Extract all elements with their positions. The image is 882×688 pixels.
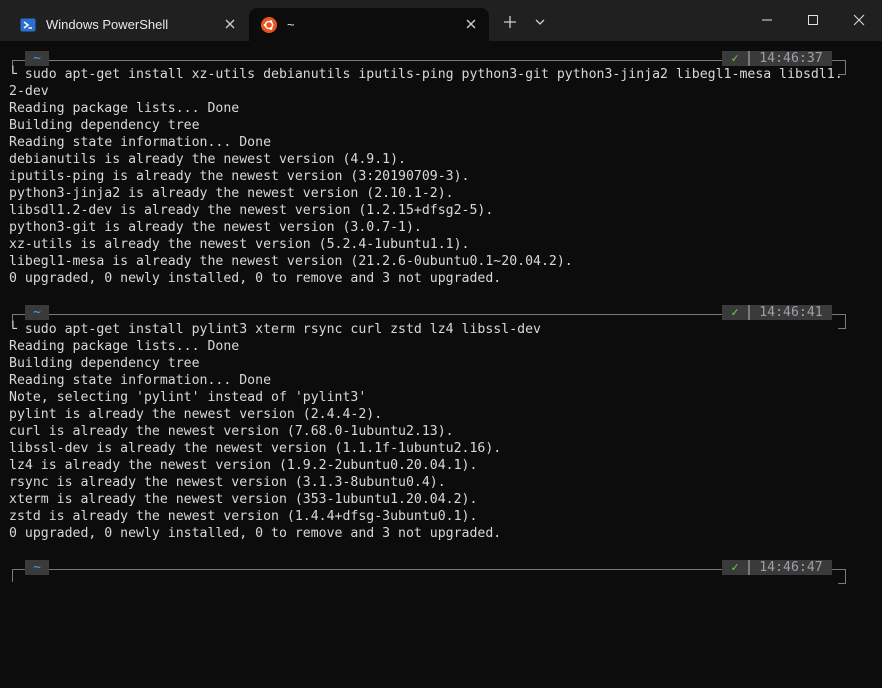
output-line: libssl-dev is already the newest version… [9, 441, 502, 456]
prompt-dir: ~ [33, 51, 41, 66]
output-line: xz-utils is already the newest version (… [9, 237, 470, 252]
chevron-down-icon [530, 19, 550, 36]
tab-windows-powershell[interactable]: Windows PowerShell [8, 8, 248, 41]
output-line: Reading state information... Done [9, 373, 272, 388]
output-line: Reading state information... Done [9, 135, 272, 150]
prompt-time: 14:46:37 [759, 51, 823, 66]
output-line: debianutils is already the newest versio… [9, 152, 406, 167]
output-line: python3-jinja2 is already the newest ver… [9, 186, 454, 201]
output-line: rsync is already the newest version (3.1… [9, 475, 446, 490]
maximize-button[interactable] [790, 0, 836, 41]
new-tab-button[interactable] [500, 12, 520, 32]
command-line: └ sudo apt-get install xz-utils debianut… [9, 67, 843, 82]
terminal-output[interactable]: ~ ✓ 14:46:37 └ sudo apt-get install xz-u… [0, 41, 882, 688]
prompt-time: 14:46:41 [759, 305, 823, 320]
tab-ubuntu[interactable]: ~ [249, 8, 489, 41]
output-line: Building dependency tree [9, 118, 200, 133]
output-line: 0 upgraded, 0 newly installed, 0 to remo… [9, 526, 502, 541]
close-icon [853, 14, 865, 26]
title-bar: Windows PowerShell ~ [0, 0, 882, 41]
prompt-rule [838, 314, 846, 329]
output-line: pylint is already the newest version (2.… [9, 407, 383, 422]
powershell-icon [20, 17, 36, 33]
output-line: lz4 is already the newest version (1.9.2… [9, 458, 478, 473]
prompt-rule [12, 60, 846, 61]
prompt-rule [838, 569, 846, 584]
close-tab-icon[interactable] [463, 16, 479, 32]
prompt-status-check-icon: ✓ [731, 51, 739, 65]
prompt-dir: ~ [33, 560, 41, 575]
maximize-icon [808, 15, 818, 25]
output-line: iputils-ping is already the newest versi… [9, 169, 470, 184]
output-line: Building dependency tree [9, 356, 200, 371]
output-line: Reading package lists... Done [9, 339, 240, 354]
terminal-window: Windows PowerShell ~ ~ ✓ 14:46:37 └ sudo… [0, 0, 882, 688]
output-line: Reading package lists... Done [9, 101, 240, 116]
prompt-status-check-icon: ✓ [731, 560, 739, 574]
prompt-status-check-icon: ✓ [731, 305, 739, 319]
output-line: zstd is already the newest version (1.4.… [9, 509, 478, 524]
tab-dropdown-button[interactable] [530, 12, 550, 32]
minimize-icon [762, 19, 772, 21]
output-line: libsdl1.2-dev is already the newest vers… [9, 203, 494, 218]
output-line: Note, selecting 'pylint' instead of 'pyl… [9, 390, 367, 405]
output-line: 2-dev [9, 84, 49, 99]
output-line: curl is already the newest version (7.68… [9, 424, 454, 439]
prompt-dir: ~ [33, 305, 41, 320]
close-window-button[interactable] [836, 0, 882, 41]
ubuntu-icon [261, 17, 277, 33]
prompt-time: 14:46:47 [759, 560, 823, 575]
tab-label: ~ [287, 17, 295, 32]
output-line: xterm is already the newest version (353… [9, 492, 478, 507]
prompt-rule [12, 569, 846, 570]
command-line: └ sudo apt-get install pylint3 xterm rsy… [9, 322, 541, 337]
prompt-rule [12, 314, 846, 315]
close-tab-icon[interactable] [222, 16, 238, 32]
output-line: libegl1-mesa is already the newest versi… [9, 254, 573, 269]
tab-label: Windows PowerShell [46, 17, 169, 32]
minimize-button[interactable] [744, 0, 790, 41]
output-line: 0 upgraded, 0 newly installed, 0 to remo… [9, 271, 502, 286]
prompt-rule [12, 569, 13, 582]
output-line: python3-git is already the newest versio… [9, 220, 422, 235]
